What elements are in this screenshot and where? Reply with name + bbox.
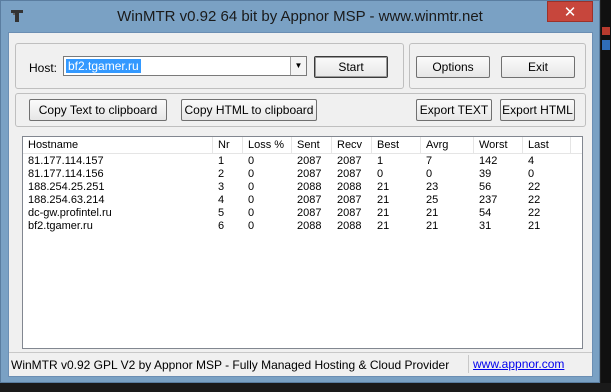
desktop-edge-red-tile	[602, 27, 610, 35]
cell-best: 1	[377, 155, 384, 167]
cell-worst: 54	[479, 207, 492, 219]
cell-last: 22	[528, 194, 541, 206]
cell-hostname: dc-gw.profintel.ru	[28, 207, 112, 219]
host-input[interactable]: bf2.tgamer.ru	[66, 59, 141, 73]
cell-worst: 39	[479, 168, 492, 180]
cell-avrg: 23	[426, 181, 439, 193]
cell-nr: 1	[218, 155, 225, 167]
cell-worst: 237	[479, 194, 498, 206]
table-row[interactable]: 188.254.63.214 4 0 2087 2087 21 25 237 2…	[23, 194, 582, 207]
cell-avrg: 21	[426, 220, 439, 232]
col-recv[interactable]: Recv	[332, 137, 372, 153]
cell-worst: 56	[479, 181, 492, 193]
options-button[interactable]: Options	[416, 56, 490, 78]
cell-recv: 2088	[337, 220, 362, 232]
export-text-button[interactable]: Export TEXT	[416, 99, 492, 121]
cell-sent: 2087	[297, 207, 322, 219]
cell-worst: 142	[479, 155, 498, 167]
table-row[interactable]: 81.177.114.156 2 0 2087 2087 0 0 39 0	[23, 168, 582, 181]
copy-text-button[interactable]: Copy Text to clipboard	[29, 99, 167, 121]
col-loss[interactable]: Loss %	[243, 137, 292, 153]
copy-html-button[interactable]: Copy HTML to clipboard	[181, 99, 317, 121]
cell-best: 0	[377, 168, 384, 180]
table-header: Hostname Nr Loss % Sent Recv Best Avrg W…	[23, 137, 582, 154]
cell-sent: 2087	[297, 155, 322, 167]
title-bar[interactable]: WinMTR v0.92 64 bit by Appnor MSP - www.…	[1, 1, 599, 33]
host-combobox[interactable]: bf2.tgamer.ru ▼	[63, 56, 307, 76]
exit-button[interactable]: Exit	[501, 56, 575, 78]
cell-worst: 31	[479, 220, 492, 232]
host-label: Host:	[29, 61, 58, 75]
cell-last: 0	[528, 168, 535, 180]
options-group: Options Exit	[409, 43, 586, 89]
export-group: Copy Text to clipboard Copy HTML to clip…	[15, 93, 586, 127]
cell-last: 22	[528, 181, 541, 193]
cell-avrg: 21	[426, 207, 439, 219]
cell-hostname: 81.177.114.156	[28, 168, 104, 180]
cell-loss: 0	[248, 194, 255, 206]
taskbar-edge	[0, 383, 611, 392]
cell-loss: 0	[248, 155, 255, 167]
cell-recv: 2088	[337, 181, 362, 193]
client-area: Host: bf2.tgamer.ru ▼ Start Options Exit…	[8, 32, 593, 377]
col-sent[interactable]: Sent	[292, 137, 332, 153]
app-window: WinMTR v0.92 64 bit by Appnor MSP - www.…	[0, 0, 600, 383]
cell-sent: 2087	[297, 168, 322, 180]
cell-nr: 2	[218, 168, 225, 180]
table-row[interactable]: 188.254.25.251 3 0 2088 2088 21 23 56 22	[23, 181, 582, 194]
cell-hostname: bf2.tgamer.ru	[28, 220, 93, 232]
status-bar: WinMTR v0.92 GPL V2 by Appnor MSP - Full…	[9, 352, 592, 377]
results-table[interactable]: Hostname Nr Loss % Sent Recv Best Avrg W…	[22, 136, 583, 349]
col-nr[interactable]: Nr	[213, 137, 243, 153]
cell-hostname: 188.254.25.251	[28, 181, 105, 193]
cell-avrg: 7	[426, 155, 433, 167]
cell-loss: 0	[248, 220, 255, 232]
col-best[interactable]: Best	[372, 137, 421, 153]
cell-sent: 2088	[297, 181, 322, 193]
cell-best: 21	[377, 194, 390, 206]
appnor-link[interactable]: www.appnor.com	[468, 355, 590, 373]
cell-nr: 6	[218, 220, 225, 232]
start-button[interactable]: Start	[314, 56, 388, 78]
cell-best: 21	[377, 207, 390, 219]
close-button[interactable]: ✕	[547, 1, 593, 22]
col-last[interactable]: Last	[523, 137, 571, 153]
export-html-button[interactable]: Export HTML	[500, 99, 575, 121]
cell-sent: 2087	[297, 194, 322, 206]
cell-nr: 3	[218, 181, 225, 193]
cell-avrg: 0	[426, 168, 433, 180]
cell-recv: 2087	[337, 194, 362, 206]
cell-avrg: 25	[426, 194, 439, 206]
col-avrg[interactable]: Avrg	[421, 137, 474, 153]
host-group: Host: bf2.tgamer.ru ▼ Start	[15, 43, 404, 89]
table-row[interactable]: bf2.tgamer.ru 6 0 2088 2088 21 21 31 21	[23, 220, 582, 233]
cell-loss: 0	[248, 181, 255, 193]
col-hostname[interactable]: Hostname	[23, 137, 213, 153]
cell-hostname: 81.177.114.157	[28, 155, 104, 167]
cell-loss: 0	[248, 207, 255, 219]
status-text: WinMTR v0.92 GPL V2 by Appnor MSP - Full…	[11, 358, 450, 372]
cell-best: 21	[377, 220, 390, 232]
desktop-edge-blue-tile	[602, 40, 610, 50]
cell-last: 4	[528, 155, 535, 167]
cell-sent: 2088	[297, 220, 322, 232]
table-row[interactable]: dc-gw.profintel.ru 5 0 2087 2087 21 21 5…	[23, 207, 582, 220]
table-row[interactable]: 81.177.114.157 1 0 2087 2087 1 7 142 4	[23, 155, 582, 168]
col-worst[interactable]: Worst	[474, 137, 523, 153]
close-icon: ✕	[563, 4, 577, 21]
cell-recv: 2087	[337, 168, 362, 180]
cell-recv: 2087	[337, 155, 362, 167]
chevron-down-icon[interactable]: ▼	[290, 57, 306, 75]
cell-hostname: 188.254.63.214	[28, 194, 105, 206]
cell-last: 22	[528, 207, 541, 219]
cell-recv: 2087	[337, 207, 362, 219]
cell-best: 21	[377, 181, 390, 193]
cell-loss: 0	[248, 168, 255, 180]
cell-nr: 5	[218, 207, 225, 219]
cell-nr: 4	[218, 194, 225, 206]
window-title: WinMTR v0.92 64 bit by Appnor MSP - www.…	[117, 8, 483, 25]
desktop-edge	[601, 0, 611, 392]
cell-last: 21	[528, 220, 541, 232]
